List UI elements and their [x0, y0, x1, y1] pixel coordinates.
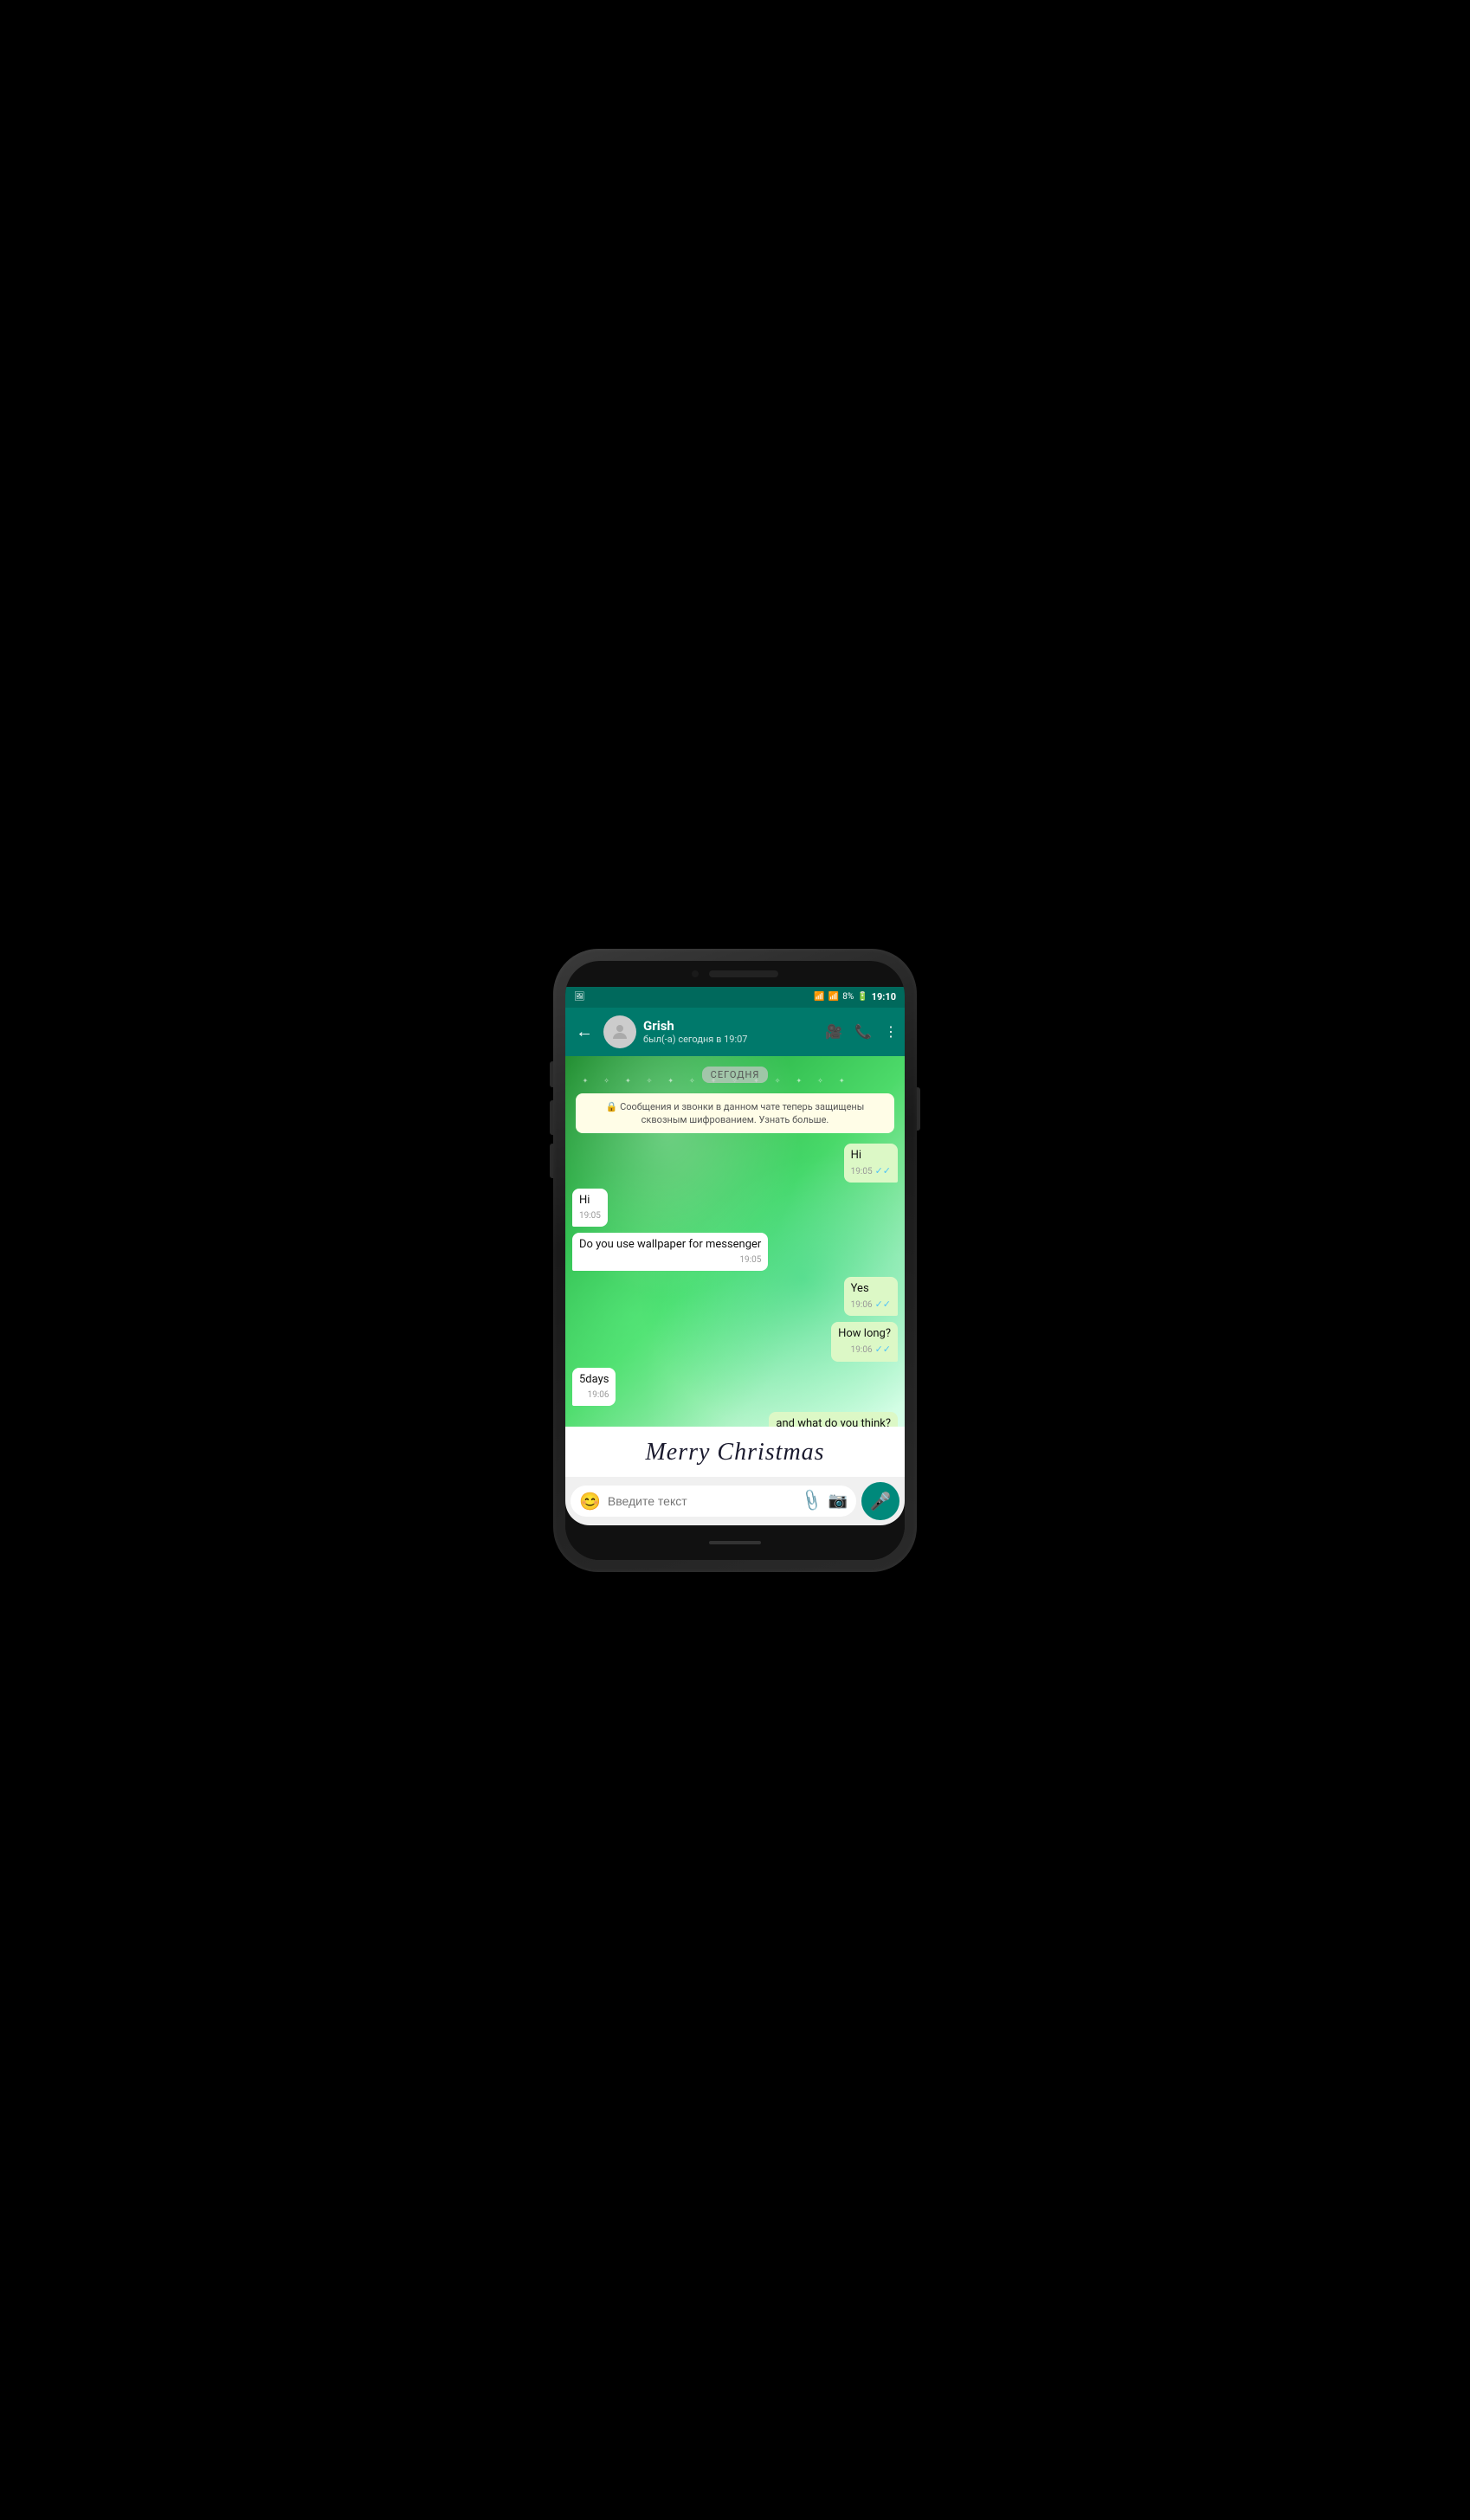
avatar[interactable]	[603, 1015, 636, 1048]
message-text: Hi	[851, 1149, 891, 1163]
date-badge: СЕГОДНЯ	[702, 1067, 769, 1083]
mic-button[interactable]: 🎤	[861, 1482, 899, 1520]
signal-icon: 📶	[828, 992, 839, 1002]
message-meta: 19:06	[579, 1389, 609, 1401]
phone-screen: 🖼 📶 📶 8% 🔋 19:10 ←	[565, 961, 905, 1560]
message-meta: 19:05 ✓✓	[851, 1165, 891, 1177]
merry-christmas-section: Merry Christmas	[565, 1427, 905, 1477]
message-bubble: Hi 19:05 ✓✓	[844, 1144, 898, 1183]
screen-content: 🖼 📶 📶 8% 🔋 19:10 ←	[565, 987, 905, 1525]
message-meta: 19:06 ✓✓	[851, 1299, 891, 1311]
volume-down-button	[550, 1100, 553, 1135]
message-bubble: 5days 19:06	[572, 1368, 616, 1406]
emoji-button[interactable]: 😊	[579, 1491, 601, 1511]
message-bubble: and what do you think? 19:06 ✓✓	[769, 1412, 898, 1427]
input-bar: 😊 📎 📷 🎤	[565, 1477, 905, 1525]
message-row: Hi 19:05 ✓✓	[572, 1144, 898, 1183]
message-time: 19:06	[588, 1389, 609, 1401]
power-button	[917, 1087, 920, 1131]
contact-name: Grish	[643, 1018, 818, 1034]
encryption-notice: 🔒 Сообщения и звонки в данном чате тепер…	[576, 1093, 894, 1134]
wifi-icon: 📶	[814, 992, 824, 1002]
message-text: Do you use wallpaper for messenger	[579, 1238, 761, 1253]
message-bubble: Hi 19:05	[572, 1189, 608, 1227]
back-button[interactable]: ←	[572, 1017, 596, 1046]
read-receipt: ✓✓	[875, 1344, 891, 1356]
message-time: 19:06	[851, 1299, 873, 1311]
clock: 19:10	[872, 991, 896, 1002]
more-options-button[interactable]: ⋮	[884, 1023, 898, 1040]
mic-icon: 🎤	[870, 1491, 892, 1511]
phone-top-bar	[565, 961, 905, 987]
merry-christmas-text: Merry Christmas	[572, 1435, 898, 1470]
message-bubble: Do you use wallpaper for messenger 19:05	[572, 1233, 768, 1271]
message-time: 19:06	[851, 1344, 873, 1356]
message-row: How long? 19:06 ✓✓	[572, 1322, 898, 1361]
phone-bottom-bar	[565, 1525, 905, 1560]
read-receipt: ✓✓	[875, 1165, 891, 1177]
speaker	[709, 970, 778, 977]
message-meta: 19:05	[579, 1210, 601, 1221]
message-meta: 19:06 ✓✓	[838, 1344, 891, 1356]
message-row: Hi 19:05	[572, 1189, 898, 1227]
message-bubble: Yes 19:06 ✓✓	[844, 1277, 898, 1316]
input-field-wrap: 😊 📎 📷	[571, 1486, 856, 1517]
message-text: How long?	[838, 1327, 891, 1342]
message-text: Yes	[851, 1282, 891, 1297]
video-call-button[interactable]: 🎥	[825, 1023, 842, 1040]
message-time: 19:05	[739, 1254, 761, 1266]
chat-header: ← Grish был(-а) сегодня в 19:07 🎥 📞 ⋮	[565, 1008, 905, 1056]
contact-info: Grish был(-а) сегодня в 19:07	[643, 1018, 818, 1045]
battery-icon: 🔋	[857, 992, 867, 1002]
chat-area: СЕГОДНЯ 🔒 Сообщения и звонки в данном ча…	[565, 1056, 905, 1427]
message-row: 5days 19:06	[572, 1368, 898, 1406]
notification-icon: 🖼	[574, 992, 585, 1002]
message-text: 5days	[579, 1373, 609, 1388]
home-indicator	[709, 1541, 761, 1544]
message-text: and what do you think?	[776, 1417, 891, 1427]
attach-button[interactable]: 📎	[798, 1488, 824, 1513]
message-text: Hi	[579, 1194, 601, 1208]
front-camera	[692, 970, 699, 977]
message-row: and what do you think? 19:06 ✓✓	[572, 1412, 898, 1427]
status-bar: 🖼 📶 📶 8% 🔋 19:10	[565, 987, 905, 1008]
message-row: Do you use wallpaper for messenger 19:05	[572, 1233, 898, 1271]
read-receipt: ✓✓	[875, 1299, 891, 1311]
camera-button[interactable]: 📷	[828, 1492, 848, 1510]
message-meta: 19:05	[579, 1254, 761, 1266]
message-row: Yes 19:06 ✓✓	[572, 1277, 898, 1316]
silent-button	[550, 1144, 553, 1178]
contact-status: был(-а) сегодня в 19:07	[643, 1034, 818, 1045]
message-time: 19:05	[579, 1210, 601, 1221]
message-input[interactable]	[608, 1494, 795, 1508]
message-time: 19:05	[851, 1166, 873, 1177]
battery-level: 8%	[842, 992, 854, 1002]
message-bubble: How long? 19:06 ✓✓	[831, 1322, 898, 1361]
phone-device: 🖼 📶 📶 8% 🔋 19:10 ←	[553, 949, 917, 1572]
status-right: 📶 📶 8% 🔋 19:10	[814, 991, 896, 1002]
header-actions: 🎥 📞 ⋮	[825, 1023, 898, 1040]
voice-call-button[interactable]: 📞	[854, 1023, 872, 1040]
volume-up-button	[550, 1061, 553, 1087]
status-left: 🖼	[574, 992, 585, 1002]
chat-messages: СЕГОДНЯ 🔒 Сообщения и звонки в данном ча…	[565, 1056, 905, 1427]
